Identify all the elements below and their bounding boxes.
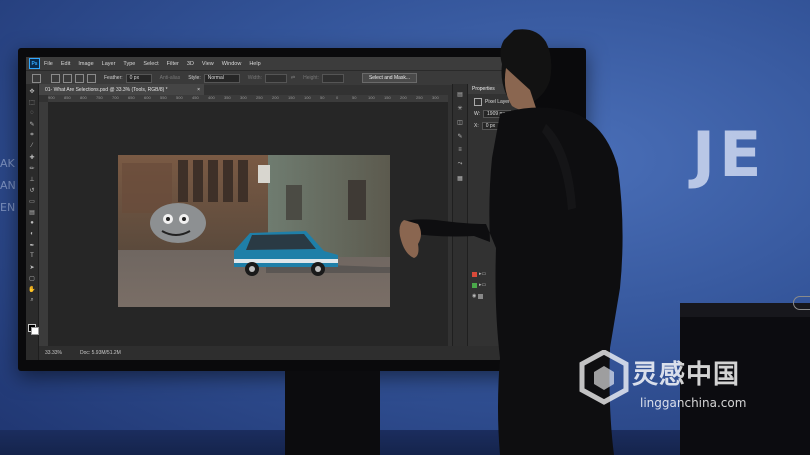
ruler-tick: 700 bbox=[112, 95, 119, 100]
anti-alias-checkbox[interactable]: Anti-alias bbox=[160, 75, 181, 81]
marquee-preset-icon[interactable] bbox=[32, 73, 41, 83]
ruler-tick: 800 bbox=[80, 95, 87, 100]
watermark-url: lingganchina.com bbox=[640, 396, 747, 410]
document-tab[interactable]: 01- What Are Selections.psd @ 33.3% (Too… bbox=[39, 84, 204, 95]
menu-3d[interactable]: 3D bbox=[187, 61, 194, 67]
menu-file[interactable]: File bbox=[44, 61, 53, 67]
feather-label: Feather: bbox=[104, 75, 123, 81]
menu-select[interactable]: Select bbox=[143, 61, 158, 67]
menu-type[interactable]: Type bbox=[123, 61, 135, 67]
backdrop-fragment: AK bbox=[0, 157, 15, 170]
ruler-tick: 850 bbox=[64, 95, 71, 100]
quick-select-icon[interactable]: ✎ bbox=[28, 120, 36, 128]
brush-icon[interactable]: ✏ bbox=[28, 164, 36, 172]
new-selection-icon[interactable] bbox=[51, 73, 60, 83]
path-select-icon[interactable]: ➤ bbox=[28, 263, 36, 271]
subtract-selection-icon[interactable] bbox=[75, 73, 84, 83]
watermark-chinese: 灵感中国 bbox=[632, 360, 741, 390]
swap-icon[interactable]: ⇄ bbox=[291, 75, 295, 81]
height-label: Height: bbox=[303, 75, 319, 81]
style-select[interactable]: Normal bbox=[203, 73, 240, 83]
backdrop-wordmark: JE bbox=[692, 118, 766, 191]
background-color-swatch[interactable] bbox=[31, 327, 39, 335]
menu-filter[interactable]: Filter bbox=[167, 61, 179, 67]
ruler-tick: 300 bbox=[240, 95, 247, 100]
intersect-selection-icon[interactable] bbox=[87, 73, 96, 83]
ruler-tick: 250 bbox=[256, 95, 263, 100]
ruler-tick: 450 bbox=[192, 95, 199, 100]
cable bbox=[793, 296, 810, 310]
menu-help[interactable]: Help bbox=[249, 61, 260, 67]
photoshop-logo-icon: Ps bbox=[29, 58, 40, 69]
ruler-tick: 150 bbox=[288, 95, 295, 100]
gradient-icon[interactable]: ▤ bbox=[28, 208, 36, 216]
ruler-tick: 500 bbox=[176, 95, 183, 100]
close-tab-icon[interactable]: × bbox=[197, 87, 200, 93]
eyedropper-icon[interactable]: ⁄ bbox=[28, 142, 36, 150]
horizontal-ruler: 900 850 800 750 700 650 600 550 500 450 400 350 300 2… bbox=[48, 95, 448, 102]
width-input[interactable] bbox=[264, 73, 287, 83]
menu-window[interactable]: Window bbox=[222, 61, 242, 67]
tools-panel: ✥ ⬚ ◌ ✎ ⌗ ⁄ ✚ ✏ ⊥ ↺ ▭ ▤ ● ◐ ✒ T ➤ ▢ ✋ ⌕ bbox=[26, 84, 39, 360]
backdrop-fragment: AN bbox=[0, 179, 16, 192]
width-label: Width: bbox=[247, 75, 262, 81]
ruler-tick: 350 bbox=[224, 95, 231, 100]
dodge-icon[interactable]: ◐ bbox=[28, 230, 36, 238]
shape-icon[interactable]: ▢ bbox=[28, 274, 36, 282]
add-selection-icon[interactable] bbox=[63, 73, 72, 83]
crop-icon[interactable]: ⌗ bbox=[28, 131, 36, 139]
marquee-icon[interactable]: ⬚ bbox=[28, 98, 36, 106]
style-label: Style: bbox=[188, 75, 201, 81]
stamp-icon[interactable]: ⊥ bbox=[28, 175, 36, 183]
document-photo[interactable] bbox=[118, 155, 390, 307]
type-icon[interactable]: T bbox=[28, 252, 36, 260]
menu-view[interactable]: View bbox=[202, 61, 214, 67]
move-icon[interactable]: ✥ bbox=[28, 87, 36, 95]
ruler-tick: 750 bbox=[96, 95, 103, 100]
height-input[interactable] bbox=[321, 73, 344, 83]
monitor-stand bbox=[285, 371, 380, 455]
healing-icon[interactable]: ✚ bbox=[28, 153, 36, 161]
ruler-tick: 100 bbox=[368, 95, 375, 100]
watermark: 灵感中国 lingganchina.com bbox=[578, 348, 800, 418]
watermark-logo bbox=[579, 350, 629, 405]
pen-icon[interactable]: ✒ bbox=[28, 241, 36, 249]
ruler-tick: 650 bbox=[128, 95, 135, 100]
ruler-tick: 50 bbox=[320, 95, 325, 100]
vertical-ruler bbox=[39, 102, 48, 346]
pedestal-top bbox=[680, 303, 810, 317]
ruler-tick: 400 bbox=[208, 95, 215, 100]
document-title: 01- What Are Selections.psd @ 33.3% (Too… bbox=[45, 86, 168, 93]
eraser-icon[interactable]: ▭ bbox=[28, 197, 36, 205]
blur-icon[interactable]: ● bbox=[28, 219, 36, 227]
ruler-tick: 550 bbox=[160, 95, 167, 100]
history-brush-icon[interactable]: ↺ bbox=[28, 186, 36, 194]
feather-input[interactable]: 0 px bbox=[125, 73, 152, 83]
ruler-tick: 100 bbox=[304, 95, 311, 100]
zoom-icon[interactable]: ⌕ bbox=[28, 296, 36, 304]
ruler-tick: 50 bbox=[352, 95, 357, 100]
street-car-photo bbox=[118, 155, 390, 307]
hand-icon[interactable]: ✋ bbox=[28, 285, 36, 293]
menu-image[interactable]: Image bbox=[78, 61, 93, 67]
zoom-level[interactable]: 33.33% bbox=[45, 350, 62, 356]
ruler-tick: 200 bbox=[272, 95, 279, 100]
backdrop-fragment: EN bbox=[0, 201, 16, 214]
lasso-icon[interactable]: ◌ bbox=[28, 109, 36, 117]
doc-size: Doc: 5.93M/51.2M bbox=[79, 350, 121, 356]
ruler-tick: 0 bbox=[336, 95, 339, 100]
ruler-tick: 600 bbox=[144, 95, 151, 100]
menu-layer[interactable]: Layer bbox=[102, 61, 116, 67]
menu-edit[interactable]: Edit bbox=[61, 61, 70, 67]
ruler-tick: 900 bbox=[48, 95, 55, 100]
canvas-area[interactable] bbox=[48, 102, 448, 346]
